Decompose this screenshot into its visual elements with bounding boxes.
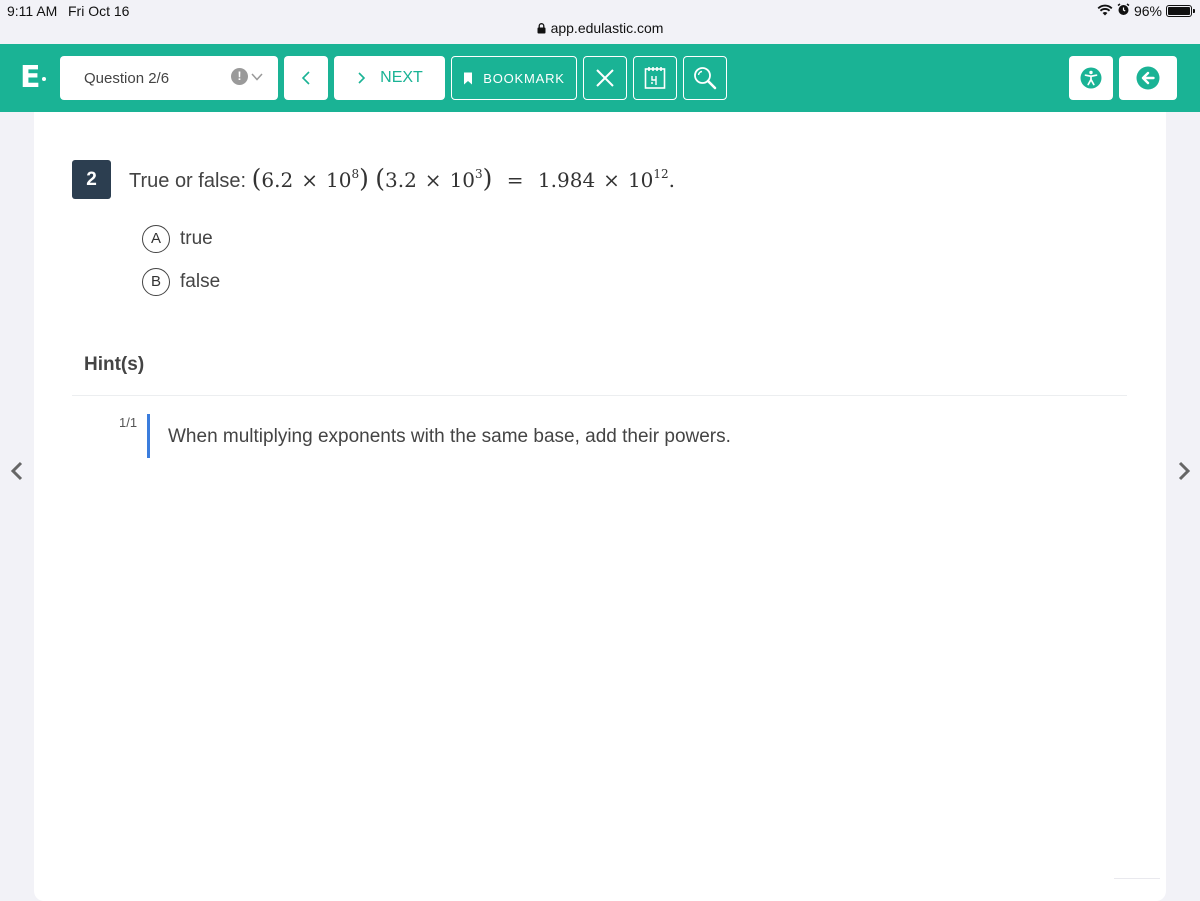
status-right: 96% (1097, 3, 1195, 19)
battery-percent: 96% (1133, 3, 1162, 19)
next-label: NEXT (380, 69, 423, 86)
calculator-button[interactable] (633, 56, 677, 100)
choice-b-text: false (180, 271, 221, 292)
logo: E (20, 60, 41, 95)
question-select-icons: ! (231, 68, 264, 85)
question-prompt: True or false: (6.2 × 108) (3.2 × 103) = 1.9… (129, 164, 675, 193)
bookmark-icon (464, 72, 473, 84)
hint-counter: 1/1 (119, 415, 138, 430)
close-button[interactable] (583, 56, 627, 100)
next-page-arrow[interactable] (1173, 459, 1195, 483)
status-time: 9:11 AM (7, 3, 58, 19)
chevron-down-icon (251, 72, 263, 81)
accessibility-button[interactable] (1069, 56, 1113, 100)
card-divider (1114, 878, 1160, 879)
question-equation: (6.2 × 108) (3.2 × 103) = 1.984 × 1012. (251, 164, 676, 193)
hints-divider (72, 395, 1127, 396)
alarm-icon (1117, 3, 1130, 19)
status-date: Fri Oct 16 (68, 3, 130, 19)
bookmark-label: BOOKMARK (483, 70, 565, 86)
choice-b-letter: B (142, 268, 170, 296)
status-bar: 9:11 AM Fri Oct 16 96% (0, 0, 1200, 22)
address-bar[interactable]: app.edulastic.com (0, 20, 1200, 42)
question-select[interactable]: Question 2/6 ! (60, 56, 278, 100)
wifi-icon (1097, 3, 1113, 19)
magnifier-icon (694, 67, 717, 90)
lock-icon (537, 22, 546, 33)
battery-icon (1166, 5, 1195, 17)
accessibility-icon (1080, 67, 1102, 89)
chevron-left-icon (301, 71, 310, 85)
logo-dot (42, 77, 46, 81)
question-prompt-label: True or false: (129, 170, 247, 192)
choice-a[interactable]: A true (142, 225, 213, 253)
chevron-right-icon (358, 72, 366, 84)
close-icon (596, 69, 614, 87)
previous-button[interactable] (284, 56, 328, 100)
test-toolbar: E Question 2/6 ! NEXT BOOKMARK (0, 44, 1200, 112)
hint-accent-bar (147, 414, 150, 458)
question-number: 2 (72, 160, 111, 199)
chevron-left-icon (10, 461, 23, 481)
choice-b[interactable]: B false (142, 268, 220, 296)
alert-icon: ! (231, 68, 248, 85)
choice-a-text: true (180, 228, 213, 249)
url-text: app.edulastic.com (550, 20, 664, 36)
hint-text: When multiplying exponents with the same… (168, 426, 731, 447)
magnifier-button[interactable] (683, 56, 727, 100)
bookmark-button[interactable]: BOOKMARK (451, 56, 577, 100)
chevron-right-icon (1178, 461, 1191, 481)
question-select-label: Question 2/6 (84, 69, 170, 87)
choice-a-letter: A (142, 225, 170, 253)
previous-page-arrow[interactable] (6, 459, 28, 483)
hints-heading: Hint(s) (84, 354, 145, 375)
exit-button[interactable] (1119, 56, 1177, 100)
arrow-left-circle-icon (1136, 66, 1160, 90)
next-button[interactable]: NEXT (334, 56, 445, 100)
question-card: 2 True or false: (6.2 × 108) (3.2 × 103) = 1… (34, 112, 1166, 901)
calculator-icon (644, 67, 666, 89)
